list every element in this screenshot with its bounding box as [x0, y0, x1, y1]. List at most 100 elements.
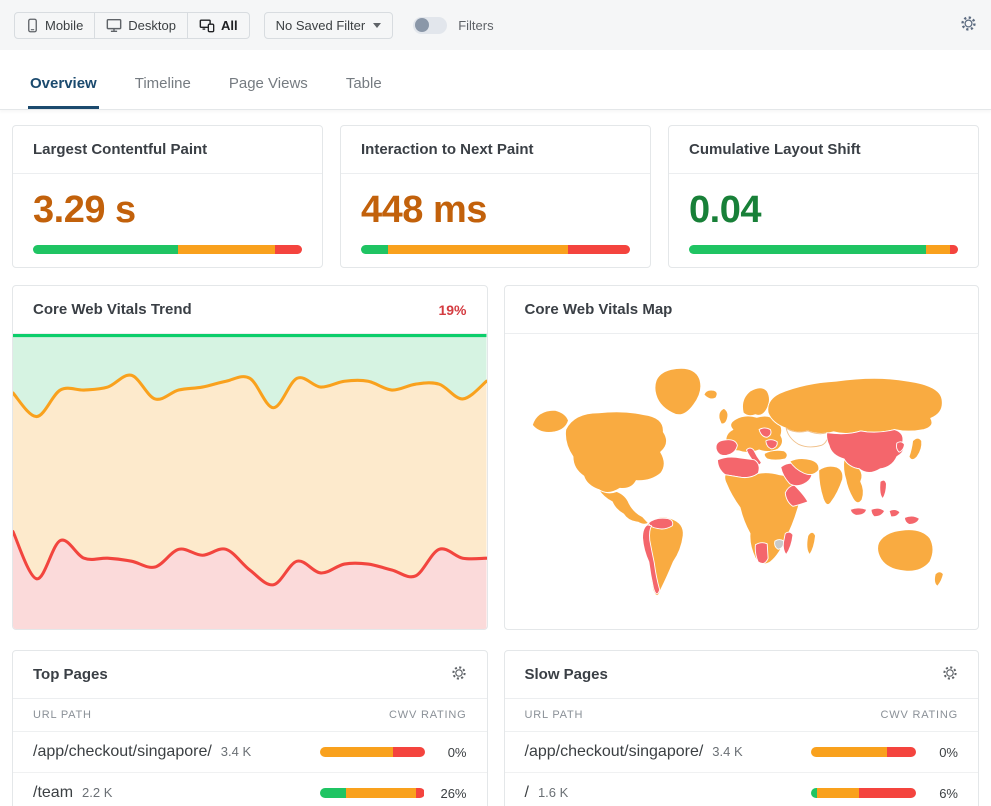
cwv-map-card: Core Web Vitals Map: [504, 285, 980, 630]
needs-improvement-segment: [346, 788, 416, 798]
cwv-world-map[interactable]: [505, 334, 979, 629]
filters-toggle-label: Filters: [458, 18, 493, 33]
poor-segment: [416, 788, 424, 798]
lcp-card-title: Largest Contentful Paint: [33, 141, 207, 158]
saved-filter-dropdown[interactable]: No Saved Filter: [264, 12, 394, 39]
url-path[interactable]: /app/checkout/singapore/: [33, 743, 212, 761]
gear-icon: [942, 665, 958, 684]
map-region-papua-new-guinea[interactable]: [905, 516, 920, 524]
tab-table[interactable]: Table: [344, 75, 384, 109]
url-path[interactable]: /team: [33, 784, 73, 802]
good-percentage: 26%: [435, 786, 467, 801]
toggle-knob: [415, 18, 429, 32]
cwv-map-title: Core Web Vitals Map: [525, 301, 673, 318]
needs-improvement-segment: [320, 747, 394, 757]
url-path[interactable]: /app/checkout/singapore/: [525, 743, 704, 761]
inp-card-title: Interaction to Next Paint: [361, 141, 534, 158]
map-region-scandinavia[interactable]: [743, 388, 770, 416]
map-region-russia[interactable]: [768, 378, 943, 433]
mobile-filter-button[interactable]: Mobile: [15, 13, 95, 38]
poor-segment: [859, 788, 916, 798]
table-row[interactable]: /app/checkout/singapore/3.4 K 0%: [13, 732, 487, 773]
cls-card-title: Cumulative Layout Shift: [689, 141, 861, 158]
map-region-japan[interactable]: [909, 438, 922, 459]
mobile-filter-label: Mobile: [45, 18, 83, 33]
map-region-northwest-africa[interactable]: [718, 457, 760, 478]
table-row[interactable]: /app/checkout/singapore/3.4 K 0%: [505, 732, 979, 773]
map-region-uk[interactable]: [719, 408, 728, 424]
cwv-trend-chart[interactable]: [13, 334, 487, 629]
tab-page-views[interactable]: Page Views: [227, 75, 310, 109]
device-filter-group: Mobile Desktop All: [14, 12, 250, 39]
cwv-trend-card: Core Web Vitals Trend 19%: [12, 285, 488, 630]
map-region-mexico-central-america[interactable]: [599, 490, 649, 525]
map-region-greenland[interactable]: [655, 368, 701, 414]
good-segment: [361, 245, 388, 254]
map-region-turkey[interactable]: [765, 450, 788, 460]
top-pages-settings-button[interactable]: [451, 665, 467, 684]
map-region-china-mongolia[interactable]: [827, 430, 904, 473]
desktop-filter-button[interactable]: Desktop: [95, 13, 188, 38]
map-region-canada-us[interactable]: [566, 412, 667, 493]
settings-button[interactable]: [960, 15, 977, 35]
tab-timeline[interactable]: Timeline: [133, 75, 193, 109]
page-view-count: 3.4 K: [221, 744, 251, 759]
cwv-rating-column-header: CWV RATING: [389, 709, 466, 721]
map-region-iberia[interactable]: [716, 440, 737, 456]
map-region-australia[interactable]: [878, 530, 933, 571]
gear-icon: [960, 15, 977, 35]
needs-improvement-segment: [811, 747, 887, 757]
poor-segment: [887, 747, 916, 757]
page-view-count: 3.4 K: [712, 744, 742, 759]
filters-toggle[interactable]: [413, 17, 447, 34]
metric-cards-row: Largest Contentful Paint 3.29 s Interact…: [12, 125, 979, 268]
gear-icon: [451, 665, 467, 684]
top-pages-card: Top Pages URL PATH CWV RATING /app/check…: [12, 650, 488, 806]
desktop-icon: [106, 18, 122, 33]
slow-pages-rows: /app/checkout/singapore/3.4 K0%/1.6 K6%: [505, 732, 979, 806]
cwv-trend-title: Core Web Vitals Trend: [33, 301, 192, 318]
all-devices-filter-button[interactable]: All: [188, 13, 249, 38]
filters-toggle-group: Filters: [413, 17, 493, 34]
slow-pages-settings-button[interactable]: [942, 665, 958, 684]
table-row[interactable]: /1.6 K6%: [505, 773, 979, 806]
page-view-count: 1.6 K: [538, 785, 568, 800]
map-region-sulawesi[interactable]: [889, 510, 900, 517]
needs-improvement-segment: [926, 245, 950, 254]
dashboard-content: Largest Contentful Paint 3.29 s Interact…: [0, 125, 991, 806]
map-region-philippines[interactable]: [880, 480, 887, 499]
charts-row: Core Web Vitals Trend 19% Core Web Vital…: [12, 285, 979, 630]
poor-segment: [275, 245, 302, 254]
map-region-borneo[interactable]: [871, 508, 885, 517]
good-percentage: 0%: [926, 745, 958, 760]
map-region-alaska[interactable]: [533, 410, 569, 432]
map-region-india[interactable]: [819, 466, 843, 504]
slow-pages-column-headers: URL PATH CWV RATING: [505, 699, 979, 732]
tab-overview[interactable]: Overview: [28, 75, 99, 109]
poor-segment: [393, 747, 425, 757]
poor-segment: [568, 245, 630, 254]
cwv-rating-column-header: CWV RATING: [881, 709, 958, 721]
cwv-rating-bar: [811, 747, 916, 757]
map-region-indonesia-west[interactable]: [851, 508, 867, 515]
inp-value: 448 ms: [361, 190, 630, 232]
map-region-namibia[interactable]: [756, 543, 769, 564]
lcp-card: Largest Contentful Paint 3.29 s: [12, 125, 323, 268]
url-path[interactable]: /: [525, 784, 529, 802]
inp-card: Interaction to Next Paint 448 ms: [340, 125, 651, 268]
map-region-iceland[interactable]: [704, 390, 717, 399]
url-path-column-header: URL PATH: [525, 709, 584, 721]
cwv-rating-bar: [811, 788, 916, 798]
trend-percentage-badge: 19%: [438, 302, 466, 318]
map-region-zimbabwe[interactable]: [775, 540, 784, 550]
map-region-new-zealand[interactable]: [935, 572, 944, 586]
top-pages-column-headers: URL PATH CWV RATING: [13, 699, 487, 732]
desktop-filter-label: Desktop: [128, 18, 176, 33]
good-percentage: 0%: [435, 745, 467, 760]
table-row[interactable]: /team2.2 K26%: [13, 773, 487, 806]
good-segment: [33, 245, 178, 254]
map-region-madagascar[interactable]: [807, 532, 816, 554]
needs-improvement-segment: [388, 245, 568, 254]
map-region-mozambique[interactable]: [784, 532, 794, 555]
top-pages-rows: /app/checkout/singapore/3.4 K 0% /team2.2 …: [13, 732, 487, 806]
